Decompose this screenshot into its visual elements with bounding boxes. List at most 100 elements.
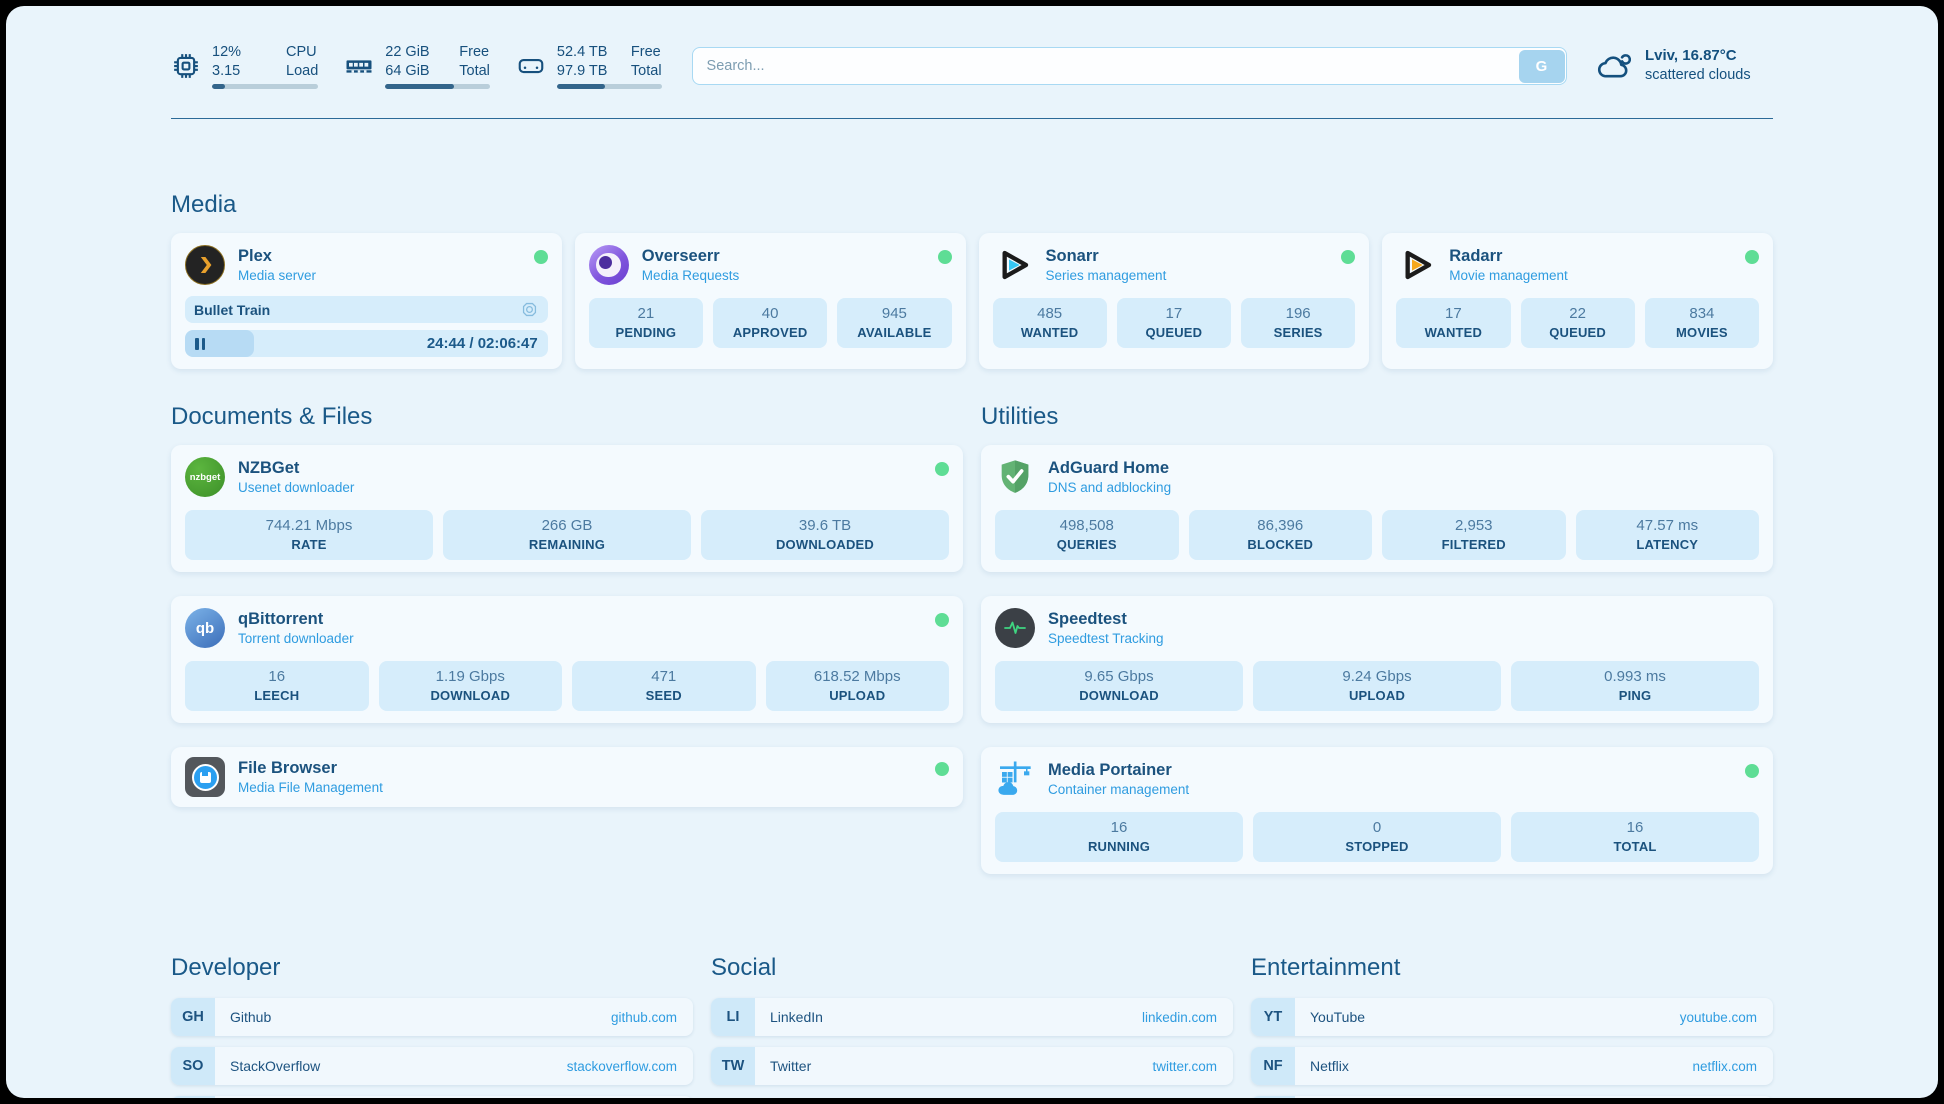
stat-label: LEECH	[189, 688, 365, 703]
bookmark-url: linkedin.com	[1142, 998, 1233, 1036]
stat-label: PING	[1515, 688, 1755, 703]
bookmark-name: DEV	[215, 1096, 641, 1098]
memory-icon	[344, 51, 374, 81]
memory-stat: 22 GiB 64 GiB Free Total	[344, 43, 490, 90]
stat-value: 39.6 TB	[705, 517, 945, 534]
app-card-adguard[interactable]: AdGuard Home DNS and adblocking 498,508 …	[981, 445, 1773, 572]
stat-box: 0 STOPPED	[1253, 812, 1501, 862]
section-heading-entertainment: Entertainment	[1251, 954, 1773, 982]
bookmark-badge: LI	[711, 998, 755, 1036]
stat-value: 21	[593, 305, 699, 322]
bookmark-dev[interactable]: DT DEV dev.to	[171, 1096, 693, 1098]
weather-condition: scattered clouds	[1645, 66, 1751, 86]
filebrowser-icon	[185, 757, 225, 797]
stat-label: QUEUED	[1121, 325, 1227, 340]
bookmark-github[interactable]: GH Github github.com	[171, 998, 693, 1036]
app-title: AdGuard Home	[1048, 459, 1759, 478]
bookmark-badge: TW	[711, 1047, 755, 1085]
online-status-dot	[1745, 250, 1759, 264]
stat-value: 17	[1400, 305, 1506, 322]
bookmark-url: youtube.com	[1680, 998, 1773, 1036]
online-status-dot	[935, 613, 949, 627]
bookmark-reddit[interactable]: RE Reddit reddit.com	[1251, 1096, 1773, 1098]
stat-value: 2,953	[1386, 517, 1562, 534]
section-heading-documents: Documents & Files	[171, 403, 963, 431]
stat-value: 485	[997, 305, 1103, 322]
stat-value: 22	[1525, 305, 1631, 322]
section-heading-media: Media	[171, 191, 1773, 219]
app-card-speedtest[interactable]: Speedtest Speedtest Tracking 9.65 Gbps D…	[981, 596, 1773, 723]
video-session-icon	[520, 300, 539, 319]
bookmark-url: reddit.com	[1694, 1096, 1773, 1098]
app-subtitle: Container management	[1048, 782, 1732, 797]
stat-label: RUNNING	[999, 839, 1239, 854]
online-status-dot	[1341, 250, 1355, 264]
bookmark-name: StackOverflow	[215, 1047, 567, 1085]
app-card-nzbget[interactable]: nzbget NZBGet Usenet downloader 744.21 M…	[171, 445, 963, 572]
app-card-overseerr[interactable]: Overseerr Media Requests 21 PENDING 40 A…	[575, 233, 966, 369]
stat-box: 22 QUEUED	[1521, 298, 1635, 348]
now-playing-title: Bullet Train	[194, 302, 270, 318]
stat-label: PENDING	[593, 325, 699, 340]
cpu-stat: 12% 3.15 CPU Load	[171, 43, 318, 90]
disk-stat: 52.4 TB 97.9 TB Free Total	[516, 43, 662, 90]
bookmark-youtube[interactable]: YT YouTube youtube.com	[1251, 998, 1773, 1036]
stat-box: 16 RUNNING	[995, 812, 1243, 862]
stat-value: 945	[841, 305, 947, 322]
stat-value: 196	[1245, 305, 1351, 322]
online-status-dot	[938, 250, 952, 264]
stat-box: 2,953 FILTERED	[1382, 510, 1566, 560]
load-label: Load	[286, 62, 318, 81]
stat-box: 618.52 Mbps UPLOAD	[766, 661, 950, 711]
stat-label: QUEUED	[1525, 325, 1631, 340]
app-title: Plex	[238, 247, 521, 266]
app-title: Media Portainer	[1048, 761, 1732, 780]
stat-value: 498,508	[999, 517, 1175, 534]
search-provider-button[interactable]: G	[1519, 50, 1565, 83]
app-card-portainer[interactable]: Media Portainer Container management 16 …	[981, 747, 1773, 874]
cpu-progress-bar	[212, 84, 318, 89]
stat-label: MOVIES	[1649, 325, 1755, 340]
stat-label: UPLOAD	[770, 688, 946, 703]
stat-label: BLOCKED	[1193, 537, 1369, 552]
app-card-radarr[interactable]: Radarr Movie management 17 WANTED 22 QUE…	[1382, 233, 1773, 369]
app-title: Speedtest	[1048, 610, 1759, 629]
system-stats: 12% 3.15 CPU Load	[171, 43, 662, 90]
dashboard: 12% 3.15 CPU Load	[6, 6, 1938, 1098]
app-title: qBittorrent	[238, 610, 922, 629]
cpu-icon	[171, 51, 201, 81]
bookmark-url: github.com	[611, 998, 693, 1036]
stat-value: 47.57 ms	[1580, 517, 1756, 534]
app-title: Sonarr	[1046, 247, 1329, 266]
app-title: File Browser	[238, 759, 922, 778]
playback-progress-bar: 24:44 / 02:06:47	[185, 330, 548, 357]
cpu-load-value: 3.15	[212, 62, 264, 81]
stat-box: 39.6 TB DOWNLOADED	[701, 510, 949, 560]
disk-icon	[516, 51, 546, 81]
bookmark-netflix[interactable]: NF Netflix netflix.com	[1251, 1047, 1773, 1085]
stat-label: AVAILABLE	[841, 325, 947, 340]
disk-progress-bar	[557, 84, 662, 89]
bookmark-url: twitter.com	[1152, 1047, 1233, 1085]
memory-free-value: 22 GiB	[385, 43, 437, 62]
disk-total-label: Total	[631, 62, 662, 81]
app-card-sonarr[interactable]: Sonarr Series management 485 WANTED 17 Q…	[979, 233, 1370, 369]
cpu-usage-value: 12%	[212, 43, 264, 62]
weather-widget: Lviv, 16.87°C scattered clouds	[1597, 46, 1773, 86]
stat-box: 0.993 ms PING	[1511, 661, 1759, 711]
search-input[interactable]	[692, 47, 1567, 85]
app-card-plex[interactable]: Plex Media server Bullet Train	[171, 233, 562, 369]
disk-free-label: Free	[631, 43, 662, 62]
bookmark-badge: RE	[1251, 1096, 1295, 1098]
app-subtitle: DNS and adblocking	[1048, 480, 1759, 495]
app-card-qbittorrent[interactable]: qb qBittorrent Torrent downloader 16 LEE…	[171, 596, 963, 723]
bookmark-twitter[interactable]: TW Twitter twitter.com	[711, 1047, 1233, 1085]
sonarr-icon	[993, 245, 1033, 285]
app-subtitle: Speedtest Tracking	[1048, 631, 1759, 646]
bookmark-stackoverflow[interactable]: SO StackOverflow stackoverflow.com	[171, 1047, 693, 1085]
online-status-dot	[1745, 764, 1759, 778]
bookmark-linkedin[interactable]: LI LinkedIn linkedin.com	[711, 998, 1233, 1036]
stat-label: FILTERED	[1386, 537, 1562, 552]
memory-free-label: Free	[459, 43, 490, 62]
app-card-filebrowser[interactable]: File Browser Media File Management	[171, 747, 963, 807]
